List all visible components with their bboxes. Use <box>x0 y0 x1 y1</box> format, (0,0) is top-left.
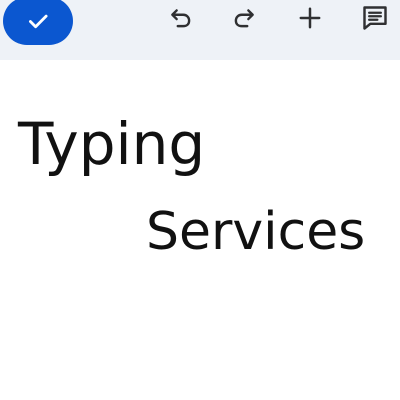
undo-button[interactable] <box>164 3 198 33</box>
plus-icon <box>299 7 321 29</box>
editor-toolbar <box>0 0 400 60</box>
comment-icon <box>363 6 387 30</box>
document-canvas[interactable]: Typing Services <box>0 60 400 400</box>
check-icon <box>29 14 48 29</box>
insert-button[interactable] <box>293 3 327 33</box>
done-button[interactable] <box>3 0 73 45</box>
comment-button[interactable] <box>358 3 392 33</box>
redo-icon <box>234 9 254 28</box>
document-text-line-2[interactable]: Services <box>146 199 365 265</box>
document-text-line-1[interactable]: Typing <box>18 109 205 179</box>
redo-button[interactable] <box>227 3 261 33</box>
undo-icon <box>171 9 191 28</box>
